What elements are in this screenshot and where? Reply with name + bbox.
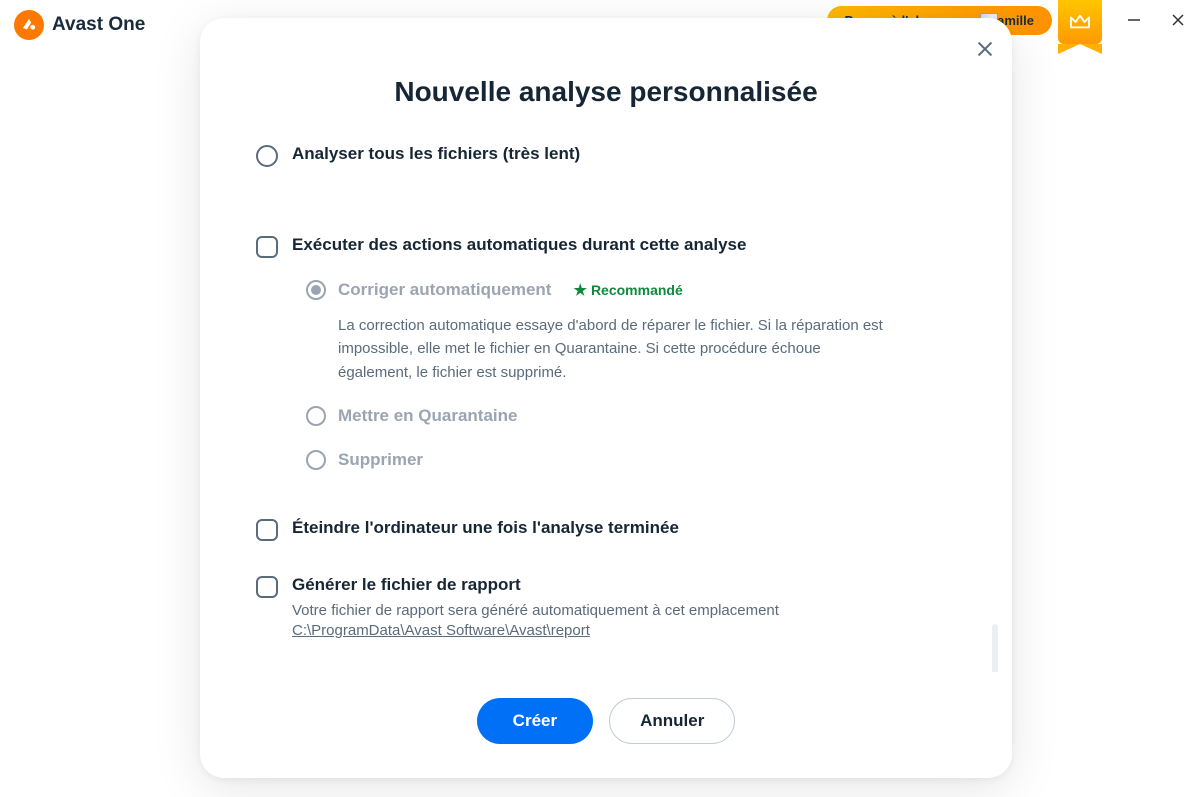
radio-quarantine[interactable] — [306, 406, 326, 426]
scan-all-checkbox[interactable] — [256, 145, 278, 167]
report-description: Votre fichier de rapport sera généré aut… — [292, 600, 956, 623]
crown-icon — [1069, 13, 1091, 31]
custom-scan-modal: Nouvelle analyse personnalisée Analyser … — [200, 18, 1012, 778]
scrollbar[interactable] — [992, 624, 998, 672]
report-checkbox[interactable] — [256, 576, 278, 598]
radio-fix-label: Corriger automatiquement — [338, 280, 551, 300]
cancel-button[interactable]: Annuler — [609, 698, 735, 744]
window-close-button[interactable] — [1156, 0, 1200, 40]
report-path-link[interactable]: C:\ProgramData\Avast Software\Avast\repo… — [292, 622, 590, 639]
close-icon — [976, 40, 994, 58]
report-label: Générer le fichier de rapport — [292, 575, 521, 595]
auto-actions-radiogroup: Corriger automatiquement ★ Recommandé La… — [306, 280, 956, 470]
modal-close-button[interactable] — [976, 40, 994, 63]
create-button[interactable]: Créer — [477, 698, 593, 744]
recommended-badge: ★ Recommandé — [573, 281, 682, 299]
option-auto-actions-row: Exécuter des actions automatiques durant… — [256, 235, 956, 258]
radio-row-quarantine: Mettre en Quarantaine — [306, 406, 956, 426]
recommended-label: Recommandé — [591, 282, 683, 298]
radio-delete[interactable] — [306, 450, 326, 470]
report-details: Votre fichier de rapport sera généré aut… — [292, 600, 956, 641]
window-minimize-button[interactable] — [1112, 0, 1156, 40]
radio-row-delete: Supprimer — [306, 450, 956, 470]
shutdown-label: Éteindre l'ordinateur une fois l'analyse… — [292, 518, 679, 538]
modal-footer: Créer Annuler — [200, 672, 1012, 778]
radio-fix[interactable] — [306, 280, 326, 300]
app-logo-wrap: Avast One — [14, 10, 145, 40]
premium-crown-ribbon[interactable] — [1058, 0, 1102, 44]
radio-quarantine-label: Mettre en Quarantaine — [338, 406, 518, 426]
option-shutdown-row: Éteindre l'ordinateur une fois l'analyse… — [256, 518, 956, 541]
auto-actions-label: Exécuter des actions automatiques durant… — [292, 235, 746, 255]
app-name: Avast One — [52, 14, 145, 36]
star-icon: ★ — [573, 281, 586, 299]
radio-delete-label: Supprimer — [338, 450, 423, 470]
avast-logo-icon — [14, 10, 44, 40]
option-scan-all-row: Analyser tous les fichiers (très lent) — [256, 144, 956, 167]
auto-actions-checkbox[interactable] — [256, 236, 278, 258]
radio-fix-description: La correction automatique essaye d'abord… — [338, 314, 898, 384]
modal-title: Nouvelle analyse personnalisée — [200, 76, 1012, 108]
shutdown-checkbox[interactable] — [256, 519, 278, 541]
radio-row-fix: Corriger automatiquement ★ Recommandé — [306, 280, 956, 300]
option-report-row: Générer le fichier de rapport — [256, 575, 956, 598]
modal-body: Analyser tous les fichiers (très lent) E… — [200, 144, 1012, 672]
scan-all-label: Analyser tous les fichiers (très lent) — [292, 144, 580, 164]
